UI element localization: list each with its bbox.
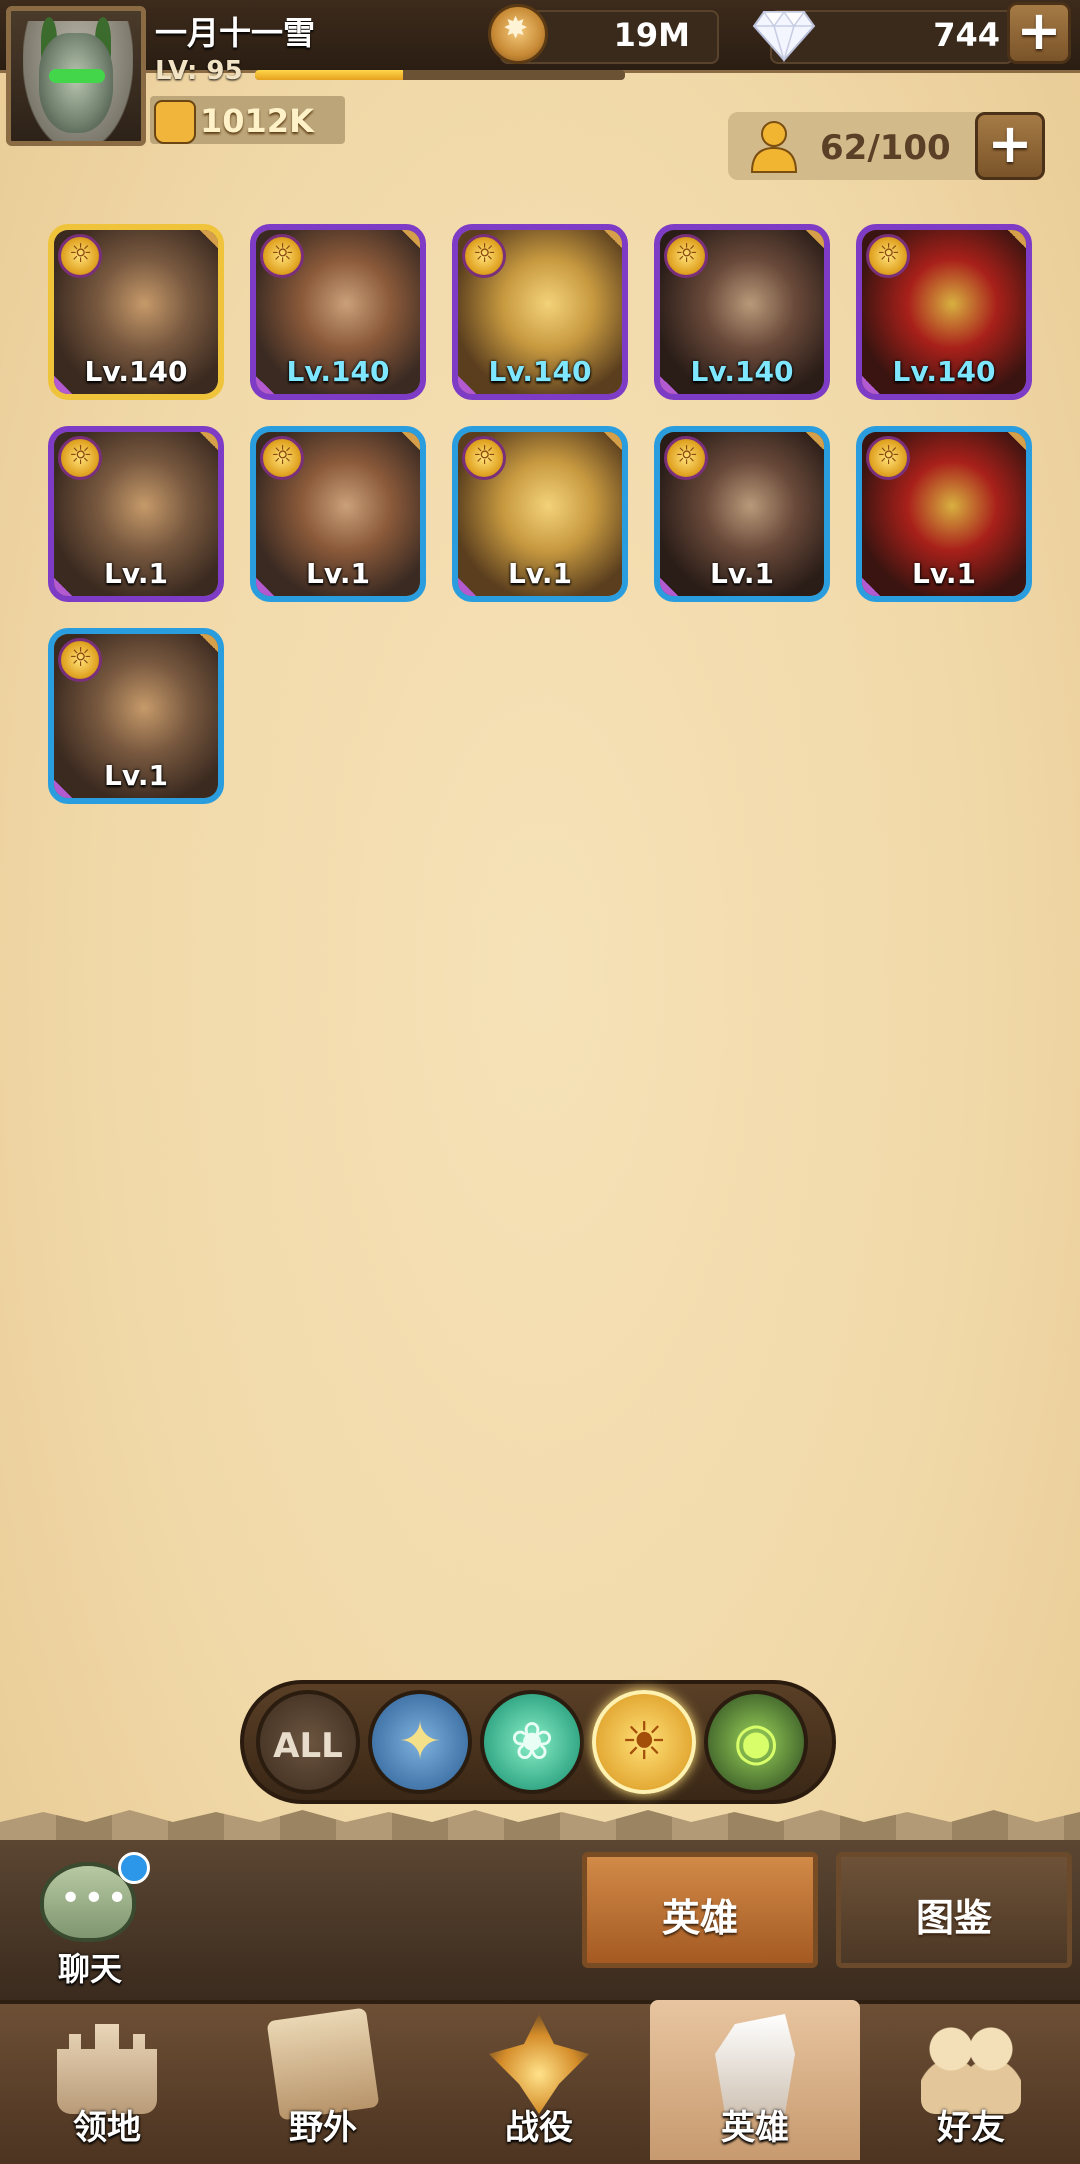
hero-level: Lv.1 bbox=[104, 557, 168, 590]
notification-dot bbox=[118, 1852, 150, 1884]
all-filter-label: ALL bbox=[273, 1726, 343, 1766]
player-name: 一月十一雪 bbox=[155, 14, 316, 52]
hero-card[interactable]: Lv.1 bbox=[48, 628, 224, 804]
hero-card[interactable]: Lv.1 bbox=[856, 426, 1032, 602]
nav-item-heroes[interactable]: 英雄 bbox=[650, 2000, 860, 2160]
corner-ornament bbox=[402, 230, 420, 248]
person-icon bbox=[750, 121, 798, 173]
hero-level: Lv.1 bbox=[912, 557, 976, 590]
player-avatar[interactable] bbox=[6, 6, 146, 146]
nav-label: 野外 bbox=[289, 2108, 357, 2148]
corner-ornament bbox=[402, 432, 420, 450]
hero-level: Lv.1 bbox=[508, 557, 572, 590]
nav-item-campaign[interactable]: 战役 bbox=[434, 2000, 644, 2160]
hero-level: Lv.140 bbox=[286, 355, 390, 388]
faction-badge-icon bbox=[664, 436, 708, 480]
tab-codex-label: 图鉴 bbox=[915, 1896, 992, 1940]
nav-label: 领地 bbox=[73, 2108, 141, 2148]
fist-power-icon bbox=[154, 100, 196, 144]
diamond-icon bbox=[752, 10, 816, 63]
hero-card[interactable]: Lv.140 bbox=[48, 224, 224, 400]
hero-level: Lv.140 bbox=[84, 355, 188, 388]
nav-item-wild[interactable]: 野外 bbox=[218, 2000, 428, 2160]
nav-label: 英雄 bbox=[721, 2108, 789, 2148]
faction-badge-icon bbox=[58, 234, 102, 278]
hero-card[interactable]: Lv.140 bbox=[654, 224, 830, 400]
hero-count: 62/100 bbox=[820, 128, 951, 168]
xp-bar-fill bbox=[255, 70, 403, 80]
hero-level: Lv.140 bbox=[690, 355, 794, 388]
hero-card[interactable]: Lv.1 bbox=[452, 426, 628, 602]
corner-ornament bbox=[806, 432, 824, 450]
chat-button[interactable]: 聊天 bbox=[30, 1852, 150, 1992]
hero-helmet-icon bbox=[715, 2014, 795, 2114]
eye-faction-icon[interactable]: ◉ bbox=[704, 1690, 808, 1794]
hero-level: Lv.1 bbox=[306, 557, 370, 590]
hero-level: Lv.1 bbox=[104, 759, 168, 792]
corner-ornament bbox=[200, 230, 218, 248]
faction-badge-icon bbox=[58, 638, 102, 682]
faction-badge-icon bbox=[462, 436, 506, 480]
corner-ornament bbox=[1008, 230, 1026, 248]
hero-card[interactable]: Lv.140 bbox=[452, 224, 628, 400]
faction-badge-icon bbox=[260, 436, 304, 480]
tab-heroes-label: 英雄 bbox=[661, 1896, 738, 1940]
hero-level: Lv.1 bbox=[710, 557, 774, 590]
corner-ornament bbox=[1008, 432, 1026, 450]
faction-badge-icon bbox=[58, 436, 102, 480]
nav-label: 好友 bbox=[937, 2108, 1005, 2148]
hero-card[interactable]: Lv.1 bbox=[654, 426, 830, 602]
expand-hero-slots-button[interactable]: + bbox=[975, 112, 1045, 180]
hero-card[interactable]: Lv.140 bbox=[250, 224, 426, 400]
faction-badge-icon bbox=[462, 234, 506, 278]
all-filter-icon[interactable]: ALL bbox=[256, 1690, 360, 1794]
gem-amount: 744 bbox=[933, 16, 1000, 54]
lotus-faction-icon[interactable]: ❀ bbox=[480, 1690, 584, 1794]
castle-icon bbox=[57, 2024, 157, 2114]
power-value: 1012K bbox=[200, 102, 314, 140]
corner-ornament bbox=[604, 230, 622, 248]
add-gems-button[interactable]: + bbox=[1007, 2, 1071, 64]
gold-coin-icon bbox=[488, 4, 548, 64]
faction-badge-icon bbox=[260, 234, 304, 278]
nav-item-territory[interactable]: 领地 bbox=[2, 2000, 212, 2160]
star-faction-icon[interactable]: ✦ bbox=[368, 1690, 472, 1794]
hero-level: Lv.140 bbox=[488, 355, 592, 388]
faction-badge-icon bbox=[866, 234, 910, 278]
gold-amount: 19M bbox=[613, 16, 690, 54]
tab-heroes[interactable]: 英雄 bbox=[582, 1852, 818, 1968]
corner-ornament bbox=[200, 634, 218, 652]
corner-ornament bbox=[806, 230, 824, 248]
battle-sword-icon bbox=[489, 2014, 589, 2114]
faction-badge-icon bbox=[866, 436, 910, 480]
xp-bar bbox=[255, 70, 625, 80]
faction-badge-icon bbox=[664, 234, 708, 278]
corner-ornament bbox=[200, 432, 218, 450]
avatar-face bbox=[39, 33, 113, 133]
hero-card[interactable]: Lv.140 bbox=[856, 224, 1032, 400]
hero-level: Lv.140 bbox=[892, 355, 996, 388]
friends-icon bbox=[921, 2014, 1021, 2114]
hero-card[interactable]: Lv.1 bbox=[250, 426, 426, 602]
tab-codex[interactable]: 图鉴 bbox=[836, 1852, 1072, 1968]
sun-faction-icon[interactable]: ☀ bbox=[592, 1690, 696, 1794]
avatar-eyes bbox=[49, 69, 105, 83]
player-level: LV: 95 bbox=[155, 56, 243, 86]
nav-label: 战役 bbox=[505, 2108, 573, 2148]
hero-card[interactable]: Lv.1 bbox=[48, 426, 224, 602]
chat-label: 聊天 bbox=[57, 1950, 122, 1988]
nav-item-friends[interactable]: 好友 bbox=[866, 2000, 1076, 2160]
corner-ornament bbox=[604, 432, 622, 450]
